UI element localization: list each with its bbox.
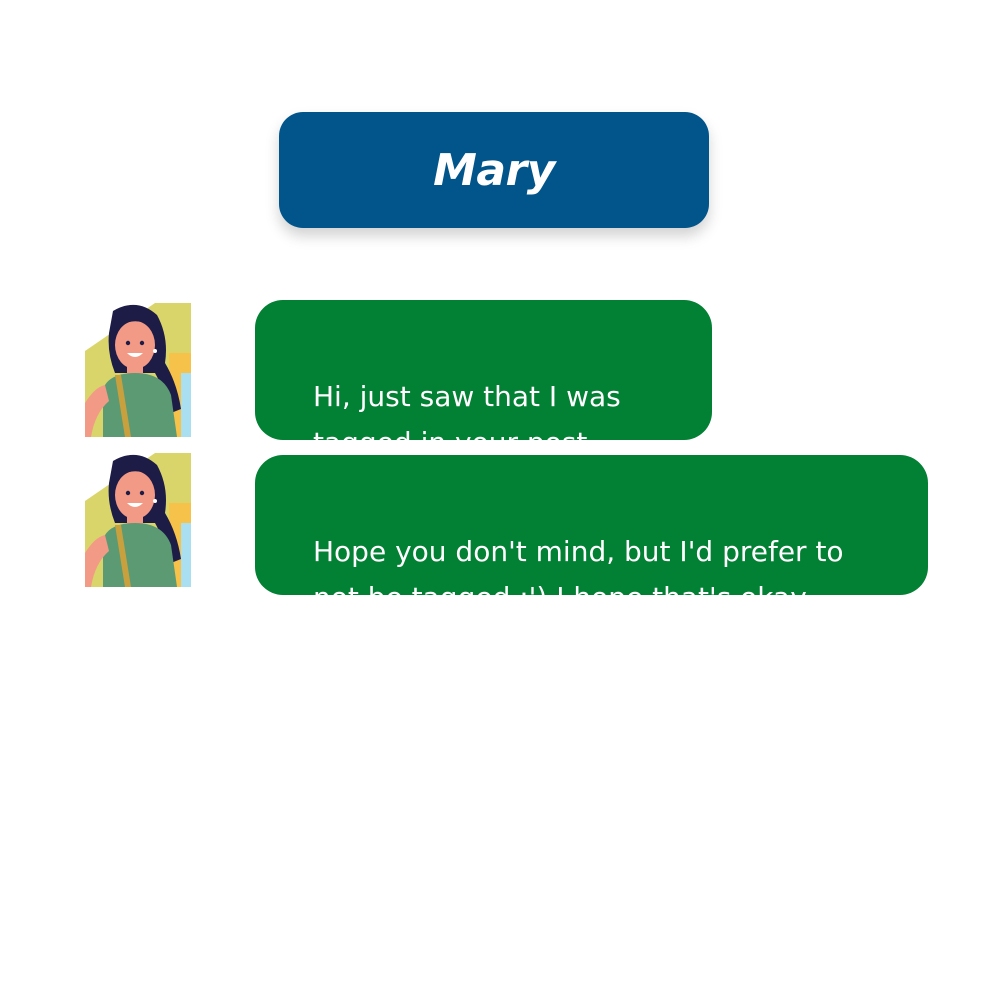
message-text: Hope you don't mind, but I'd prefer to n… (313, 535, 844, 614)
contact-name: Mary (433, 144, 555, 196)
woman-avatar-icon (85, 303, 191, 437)
message-bubble: Hope you don't mind, but I'd prefer to n… (255, 455, 928, 614)
message-text: Hi, just saw that I was tagged in your p… (313, 380, 621, 459)
message-bubble: Hi, just saw that I was tagged in your p… (255, 300, 712, 459)
contact-header: Mary (279, 112, 709, 228)
woman-avatar-icon (85, 453, 191, 587)
